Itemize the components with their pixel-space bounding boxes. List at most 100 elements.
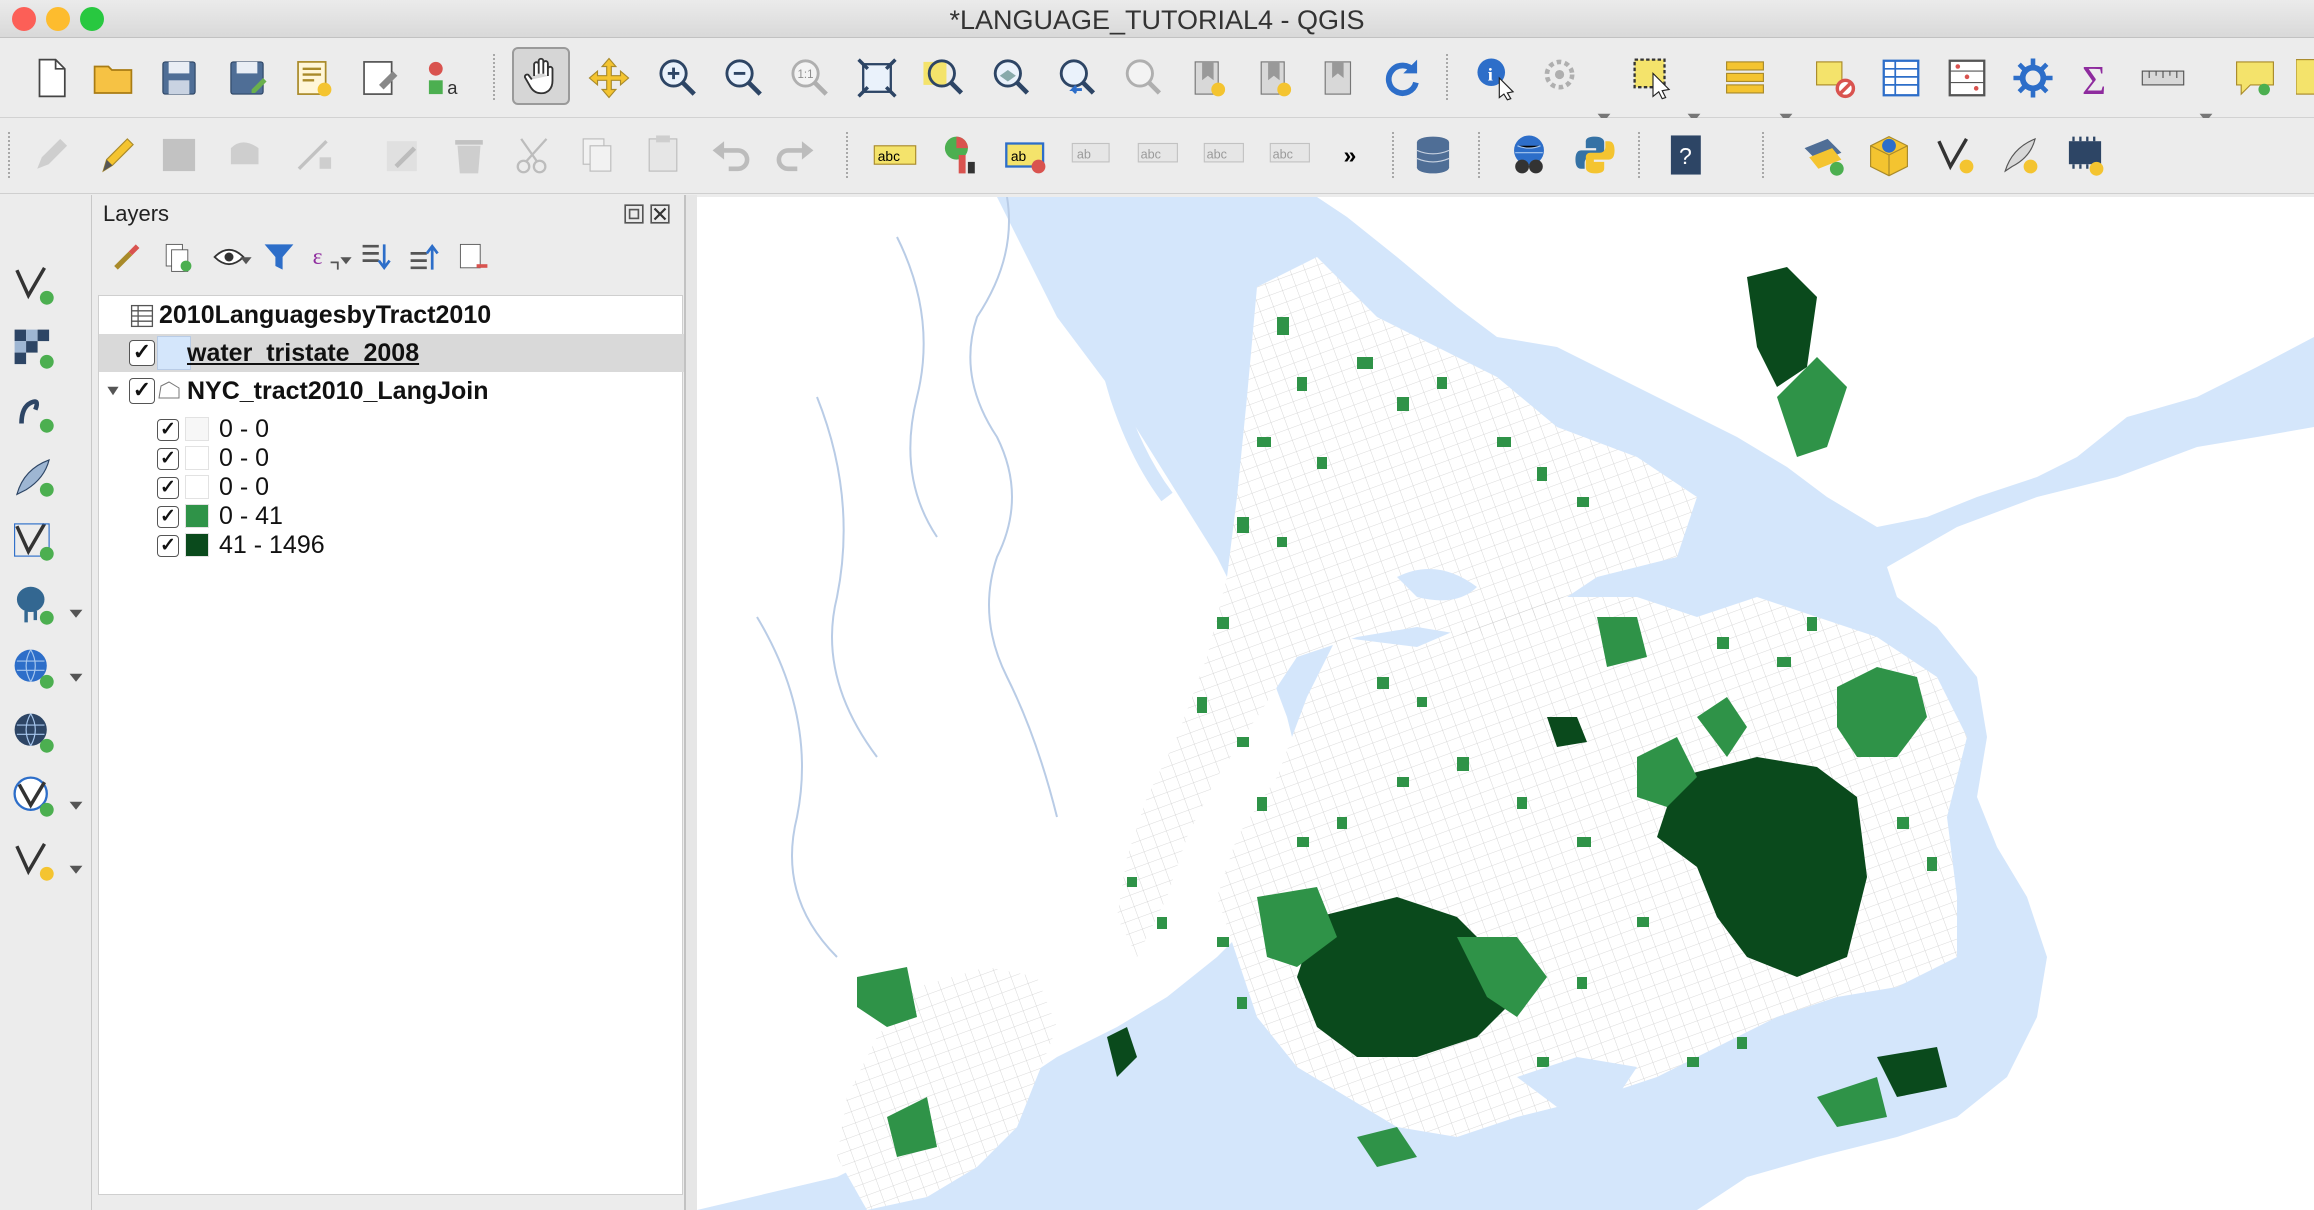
run-action-icon[interactable] xyxy=(1534,49,1592,107)
refresh-icon[interactable] xyxy=(1372,49,1430,107)
legend-class-row[interactable]: ✓ 0 - 0 xyxy=(99,473,684,501)
show-hide-labels-icon[interactable]: abc xyxy=(1130,126,1188,184)
add-group-icon[interactable] xyxy=(159,239,195,275)
zoom-full-icon[interactable] xyxy=(848,49,906,107)
add-postgis-icon[interactable] xyxy=(4,575,62,633)
new-virtual-layer-icon[interactable] xyxy=(2056,126,2114,184)
layer-row-table[interactable]: 2010LanguagesbyTract2010 xyxy=(99,296,684,334)
save-as-icon[interactable] xyxy=(218,49,276,107)
new-print-layout-icon[interactable] xyxy=(284,49,342,107)
open-attribute-table-icon[interactable] xyxy=(1716,49,1774,107)
class-visibility-checkbox[interactable]: ✓ xyxy=(157,418,179,441)
zoom-last-icon[interactable] xyxy=(1046,49,1104,107)
class-visibility-checkbox[interactable]: ✓ xyxy=(157,447,179,470)
add-raster-layer-icon[interactable] xyxy=(4,319,62,377)
legend-class-row[interactable]: ✓ 0 - 0 xyxy=(99,444,684,472)
toggle-editing-icon[interactable] xyxy=(88,126,146,184)
chevron-down-icon[interactable] xyxy=(339,253,353,267)
label-toolbar-icon[interactable]: abc xyxy=(866,126,924,184)
map-canvas[interactable] xyxy=(697,197,2314,1210)
vertex-tool-icon[interactable] xyxy=(286,126,344,184)
delete-selected-icon[interactable] xyxy=(440,126,498,184)
class-visibility-checkbox[interactable]: ✓ xyxy=(157,476,179,499)
identify-icon[interactable]: i xyxy=(1468,49,1526,107)
redo-icon[interactable] xyxy=(766,126,824,184)
deselect-icon[interactable] xyxy=(1806,49,1864,107)
field-calculator-icon[interactable] xyxy=(1938,49,1996,107)
move-label-icon[interactable]: abc xyxy=(1196,126,1254,184)
class-visibility-checkbox[interactable]: ✓ xyxy=(157,505,179,528)
help-icon[interactable]: ? xyxy=(1658,126,1716,184)
current-edits-icon[interactable] xyxy=(22,126,80,184)
new-vector-layer-icon[interactable] xyxy=(1926,126,1984,184)
collapse-all-icon[interactable] xyxy=(407,239,443,275)
layer-visibility-checkbox[interactable]: ✓ xyxy=(129,378,155,404)
panel-splitter[interactable] xyxy=(686,195,697,1210)
modify-attributes-icon[interactable] xyxy=(374,126,432,184)
chevron-down-icon[interactable] xyxy=(239,253,253,267)
python-console-icon[interactable] xyxy=(1566,126,1624,184)
new-bookmark-icon[interactable] xyxy=(1180,49,1238,107)
open-project-icon[interactable] xyxy=(84,49,142,107)
legend-class-row[interactable]: ✓ 0 - 0 xyxy=(99,415,684,443)
statistics-icon[interactable]: Σ xyxy=(2068,49,2126,107)
zoom-in-icon[interactable] xyxy=(648,49,706,107)
temporal-controller-icon[interactable] xyxy=(1310,49,1368,107)
zoom-to-layer-icon[interactable] xyxy=(980,49,1038,107)
legend-class-row[interactable]: ✓ 0 - 41 xyxy=(99,502,684,530)
add-delimited-text-icon[interactable] xyxy=(4,383,62,441)
add-virtual-layer-icon[interactable] xyxy=(4,511,62,569)
open-layer-styling-icon[interactable] xyxy=(107,239,143,275)
attribute-table-icon[interactable] xyxy=(1872,49,1930,107)
chevron-down-icon[interactable] xyxy=(68,861,84,877)
style-manager-icon[interactable]: a xyxy=(416,49,474,107)
zoom-native-icon[interactable]: 1:1 xyxy=(780,49,838,107)
float-panel-icon[interactable] xyxy=(623,203,645,225)
measure-icon[interactable] xyxy=(2134,49,2192,107)
diagram-options-icon[interactable] xyxy=(932,126,990,184)
add-wms-wmts-icon[interactable] xyxy=(4,639,62,697)
save-project-icon[interactable] xyxy=(150,49,208,107)
zoom-next-icon[interactable] xyxy=(1112,49,1170,107)
map-tips-icon[interactable] xyxy=(2226,49,2284,107)
filter-legend-icon[interactable] xyxy=(261,239,297,275)
save-edits-icon[interactable] xyxy=(150,126,208,184)
pin-labels-icon[interactable]: ab xyxy=(1064,126,1122,184)
layer-row-tracts[interactable]: ✓ NYC_tract2010_LangJoin xyxy=(99,372,684,410)
new-project-icon[interactable] xyxy=(22,49,80,107)
expand-arrow-icon[interactable] xyxy=(105,384,121,398)
add-vector-layer-icon[interactable] xyxy=(4,255,62,313)
show-bookmarks-icon[interactable] xyxy=(1246,49,1304,107)
paste-features-icon[interactable] xyxy=(634,126,692,184)
pan-map-icon[interactable] xyxy=(512,47,570,105)
add-spatialite-icon[interactable] xyxy=(4,447,62,505)
new-shapefile-icon[interactable] xyxy=(1990,126,2048,184)
zoom-out-icon[interactable] xyxy=(714,49,772,107)
chevron-down-icon[interactable] xyxy=(68,669,84,685)
metasearch-icon[interactable] xyxy=(1500,126,1558,184)
close-panel-icon[interactable] xyxy=(649,203,671,225)
more-tools-icon[interactable]: » xyxy=(1326,126,1384,184)
chevron-down-icon[interactable] xyxy=(68,797,84,813)
copy-features-icon[interactable] xyxy=(568,126,626,184)
add-wfs-icon[interactable] xyxy=(4,703,62,761)
chevron-down-icon[interactable] xyxy=(68,605,84,621)
layer-visibility-checkbox[interactable]: ✓ xyxy=(129,340,155,366)
db-manager-icon[interactable] xyxy=(1404,126,1462,184)
map-svg[interactable] xyxy=(697,197,2314,1210)
map-tips-icon[interactable] xyxy=(2290,49,2314,107)
legend-class-row[interactable]: ✓ 41 - 1496 xyxy=(99,531,684,559)
layer-row-water[interactable]: ✓ water_tristate_2008 xyxy=(99,334,684,372)
expand-all-icon[interactable] xyxy=(359,239,395,275)
zoom-to-selection-icon[interactable] xyxy=(914,49,972,107)
add-xyz-icon[interactable] xyxy=(4,767,62,825)
undo-icon[interactable] xyxy=(702,126,760,184)
select-features-icon[interactable] xyxy=(1624,49,1682,107)
add-3d-layer-icon[interactable] xyxy=(1860,126,1918,184)
add-wms-icon[interactable] xyxy=(1794,126,1852,184)
class-visibility-checkbox[interactable]: ✓ xyxy=(157,534,179,557)
pan-to-selection-icon[interactable] xyxy=(580,49,638,107)
add-feature-icon[interactable] xyxy=(218,126,276,184)
layout-manager-icon[interactable] xyxy=(350,49,408,107)
cut-features-icon[interactable] xyxy=(506,126,564,184)
